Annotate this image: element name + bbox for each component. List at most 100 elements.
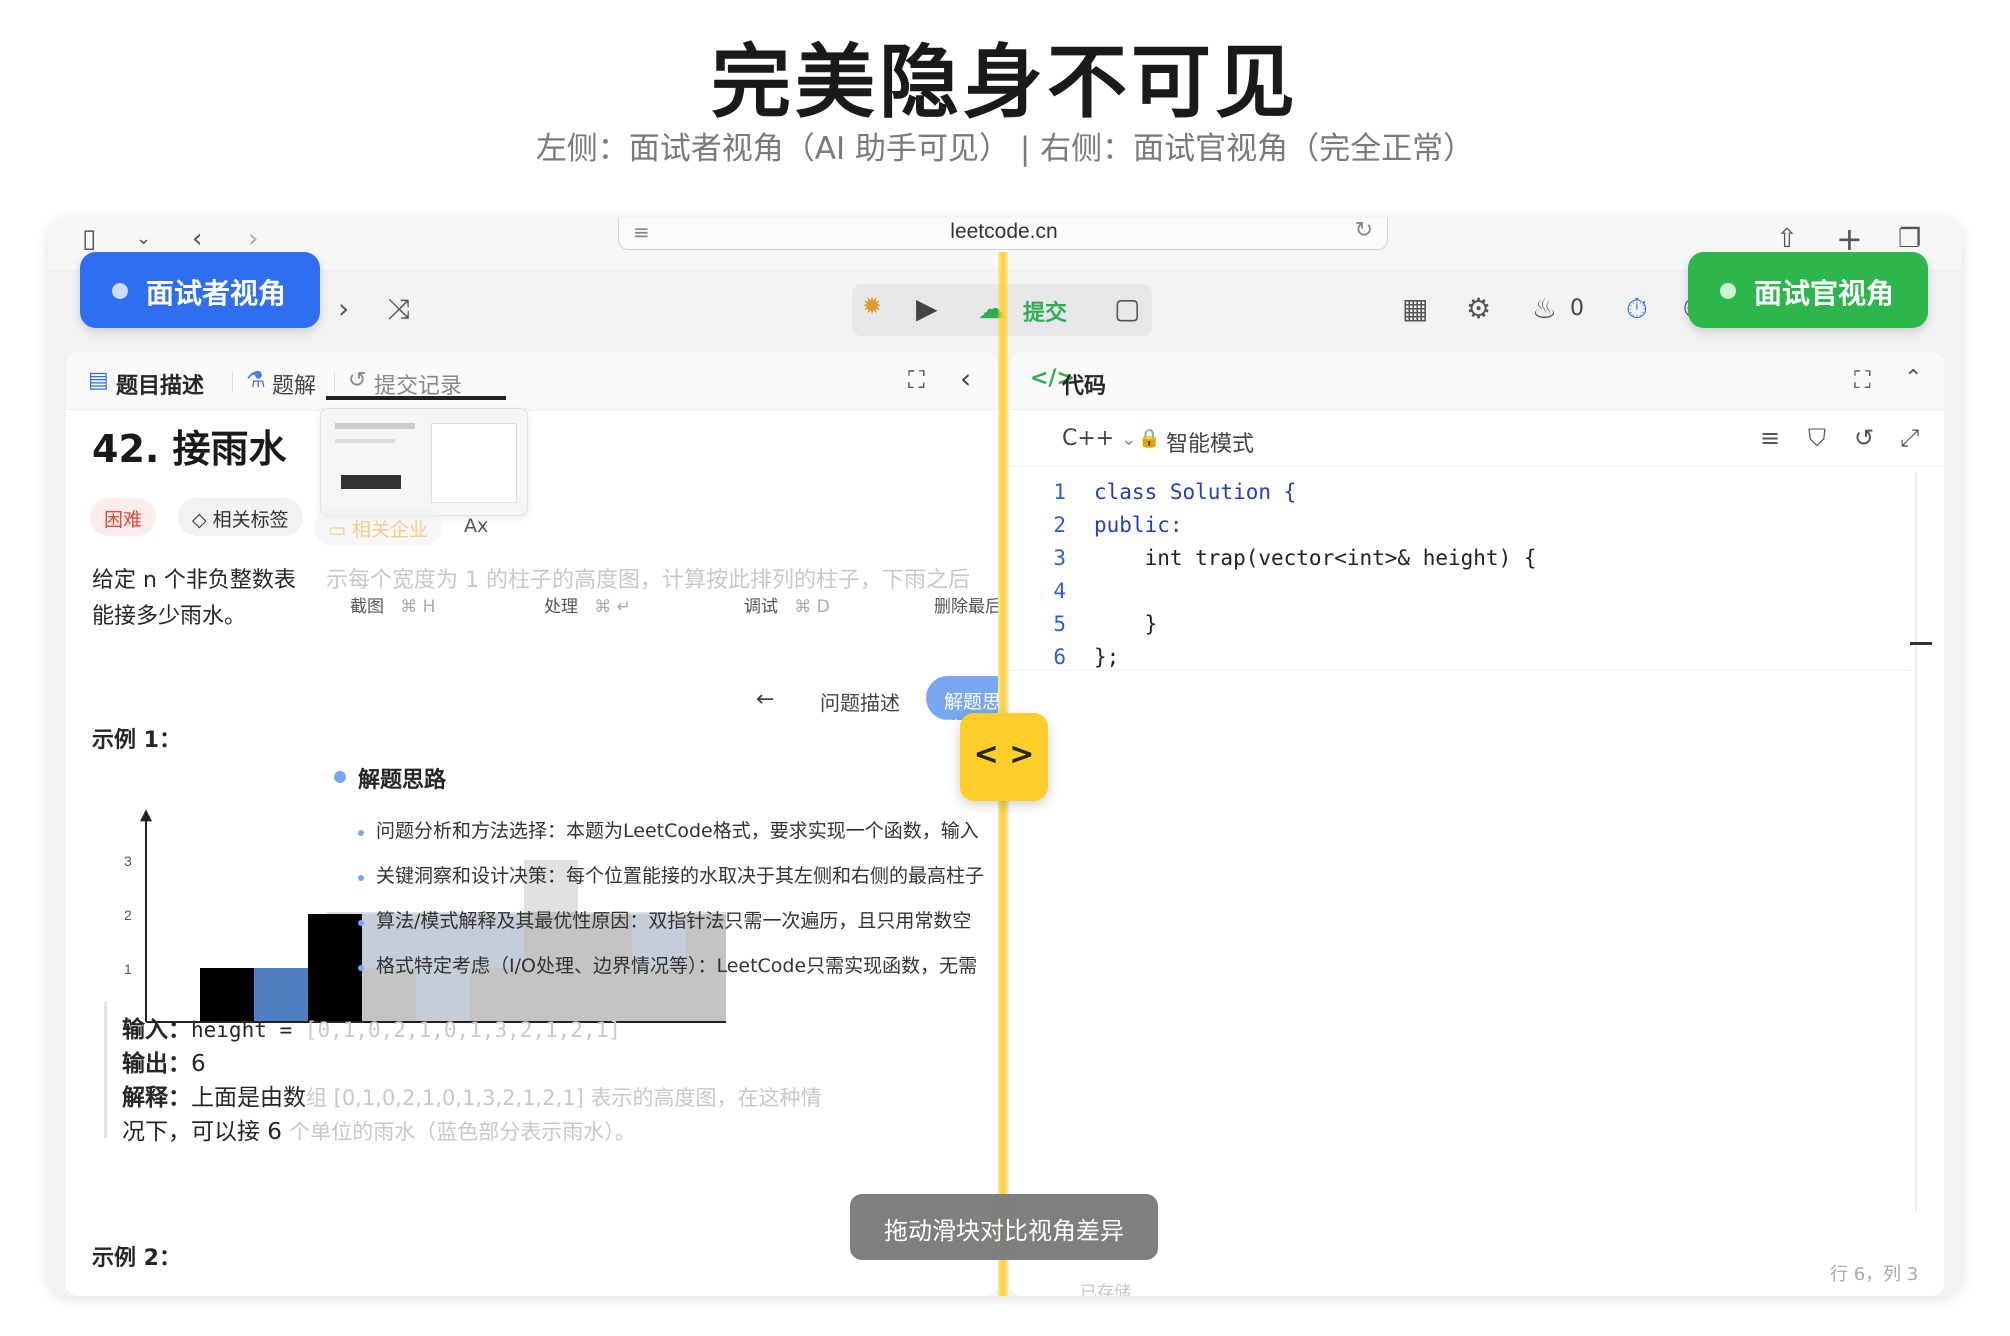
address-bar[interactable]: ≡ leetcode.cn ↻ — [618, 218, 1388, 250]
screenshot-thumbnail[interactable] — [320, 408, 528, 516]
fullscreen-icon[interactable]: ⛶ — [908, 366, 925, 394]
code-line: 5 } — [1036, 612, 1157, 636]
submit-button[interactable]: 提交 — [1023, 295, 1067, 327]
shortcut-delete-last[interactable]: 删除最后 — [934, 592, 998, 617]
shortcut-label: 截图 — [350, 597, 384, 617]
fullscreen-icon[interactable]: ⛶ — [1854, 366, 1871, 394]
tab-description[interactable]: 题目描述 — [116, 368, 204, 400]
scrollbar-thumb[interactable] — [1910, 642, 1932, 645]
expand-icon[interactable]: ⤢ — [1900, 424, 1919, 452]
explain-label: 解释： — [122, 1085, 191, 1111]
tag-icon: ◇ — [192, 509, 213, 531]
tab-code[interactable]: 代码 — [1062, 368, 1106, 400]
code-line: 6}; — [1036, 645, 1119, 669]
tab-solutions[interactable]: 题解 — [272, 368, 316, 400]
url-text: leetcode.cn — [950, 220, 1058, 243]
sidebar-toggle-icon[interactable]: ▯ — [82, 224, 96, 254]
bullet-dot — [358, 965, 364, 971]
compare-slider-handle[interactable]: < > — [960, 713, 1048, 801]
y-tick-label: 3 — [124, 853, 132, 869]
output-value: 6 — [191, 1051, 206, 1077]
explain-line2: 况下，可以接 6 — [122, 1119, 290, 1145]
overlay-bullet: 格式特定考虑（I/O处理、边界情况等）：LeetCode只需实现函数，无需 — [376, 955, 978, 977]
chevron-down-icon: ⌄ — [1121, 429, 1137, 450]
shortcut-process[interactable]: 处理 ⌘ ↵ — [544, 592, 631, 617]
difficulty-badge: 困难 — [90, 498, 157, 536]
description-text: 能接多少雨水。 — [92, 604, 247, 629]
lock-icon: 🔒 — [1138, 428, 1161, 449]
line-number: 6 — [1053, 645, 1066, 669]
description-text-faded: 示每个宽度为 1 的柱子的高度图，计算按此排列的柱子，下雨之后 — [326, 568, 970, 593]
language-select[interactable]: C++ ⌄ — [1062, 426, 1136, 451]
settings-gear-icon[interactable]: ⚙ — [1466, 292, 1491, 325]
layout-icon[interactable]: ▦ — [1402, 292, 1428, 325]
line-number: 4 — [1053, 579, 1066, 603]
forward-icon[interactable]: › — [248, 224, 258, 254]
shuffle-icon[interactable]: ⤨ — [388, 292, 410, 326]
next-problem-icon[interactable]: › — [338, 292, 349, 325]
related-companies-chip[interactable]: ▭ 相关企业 — [314, 508, 443, 546]
y-tick-label: 2 — [124, 907, 132, 923]
example-input: 输入：height = [0,1,0,2,1,0,1,3,2,1,2,1] — [122, 1010, 621, 1044]
smart-mode-label[interactable]: 智能模式 — [1166, 426, 1254, 458]
code-text: public: — [1094, 513, 1183, 537]
cursor-position: 行 6，列 3 — [1830, 1264, 1919, 1285]
collapse-icon[interactable]: ‹ — [960, 362, 971, 395]
editor-divider — [1010, 466, 1944, 467]
thumb-pane — [431, 423, 517, 503]
translate-chip[interactable]: Ax — [450, 508, 502, 546]
line-number: 2 — [1053, 513, 1066, 537]
code-text: } — [1094, 612, 1158, 636]
line-number: 5 — [1053, 612, 1066, 636]
code-line: 4 — [1036, 579, 1094, 603]
badge-dot — [112, 283, 128, 299]
timer-icon[interactable]: ⏱ — [1626, 292, 1648, 326]
example-output: 输出：6 — [122, 1044, 206, 1078]
run-icon[interactable]: ▶ — [916, 292, 938, 325]
shortcut-debug[interactable]: 调试 ⌘ D — [744, 592, 830, 617]
tabs-overview-icon[interactable]: ❐ — [1898, 224, 1921, 254]
output-label: 输出： — [122, 1051, 191, 1077]
shortcut-screenshot[interactable]: 截图 ⌘ H — [350, 592, 435, 617]
chevron-up-icon[interactable]: ⌃ — [1904, 366, 1922, 391]
bullet-dot — [358, 875, 364, 881]
example-2-heading: 示例 2： — [92, 1246, 181, 1271]
shortcut-label: 处理 — [544, 597, 578, 617]
y-tick-label: 1 — [124, 961, 132, 977]
example-explanation-line2: 况下，可以接 6 个单位的雨水（蓝色部分表示雨水）。 — [122, 1112, 636, 1146]
problem-tabbar: ▤ 题目描述 ⚗ 题解 ↺ 提交记录 ⛶ ‹ — [66, 352, 998, 410]
thumb-line — [335, 439, 395, 443]
code-line: 3 int trap(vector<int>& height) { — [1036, 546, 1536, 570]
input-value-faded: [0,1,0,2,1,0,1,3,2,1,2,1] — [304, 1018, 621, 1042]
overlay-back-arrow[interactable]: ← — [756, 687, 774, 712]
reload-icon[interactable]: ↻ — [1355, 218, 1373, 243]
streak-count: 0 — [1570, 296, 1584, 321]
page-subtitle: 左侧：面试者视角（AI 助手可见） | 右侧：面试官视角（完全正常） — [535, 131, 1475, 167]
tab-divider — [334, 372, 335, 392]
back-icon[interactable]: ‹ — [192, 224, 202, 254]
problem-panel: ▤ 题目描述 ⚗ 题解 ↺ 提交记录 ⛶ ‹ 42. 接雨水 困难 ◇ 相关标签… — [66, 352, 998, 1296]
overlay-bullet: 关键洞察和设计决策：每个位置能接的水取决于其左侧和右侧的最高柱子 — [376, 865, 985, 887]
debug-icon[interactable]: ✹ — [862, 292, 882, 320]
editor-end-line — [1010, 670, 1910, 671]
line-number: 1 — [1053, 480, 1066, 504]
share-icon[interactable]: ⇧ — [1776, 224, 1798, 254]
code-line: 2 public: — [1036, 513, 1183, 537]
saved-status: 已存储 — [1080, 1283, 1131, 1296]
format-icon[interactable]: ≡ — [1760, 424, 1780, 452]
code-editor[interactable]: 1 class Solution { 2 public: 3 int trap(ve… — [1010, 480, 1910, 669]
page-title: 完美隐身不可见 — [711, 36, 1299, 129]
code-panel: </> 代码 ⛶ ⌃ C++ ⌄ 🔒 智能模式 ≡ ⛉ ↺ ⤢ 1 class S… — [1010, 352, 1944, 1296]
reset-icon[interactable]: ↺ — [1854, 424, 1874, 452]
notes-icon[interactable]: ▢ — [1114, 292, 1140, 325]
overlay-heading: 解题思路 — [358, 768, 447, 793]
bookmark-icon[interactable]: ⛉ — [1808, 424, 1826, 452]
chevron-down-icon[interactable]: ⌄ — [136, 228, 151, 249]
code-line: 1 class Solution { — [1036, 480, 1296, 504]
heading-dot — [334, 771, 346, 783]
language-value: C++ — [1062, 426, 1115, 451]
related-tags-chip[interactable]: ◇ 相关标签 — [178, 498, 303, 536]
overlay-tab-problem[interactable]: 问题描述 — [820, 687, 900, 716]
shortcut-keys: ⌘ ↵ — [594, 597, 631, 617]
editor-scrollbar[interactable] — [1915, 472, 1917, 1212]
